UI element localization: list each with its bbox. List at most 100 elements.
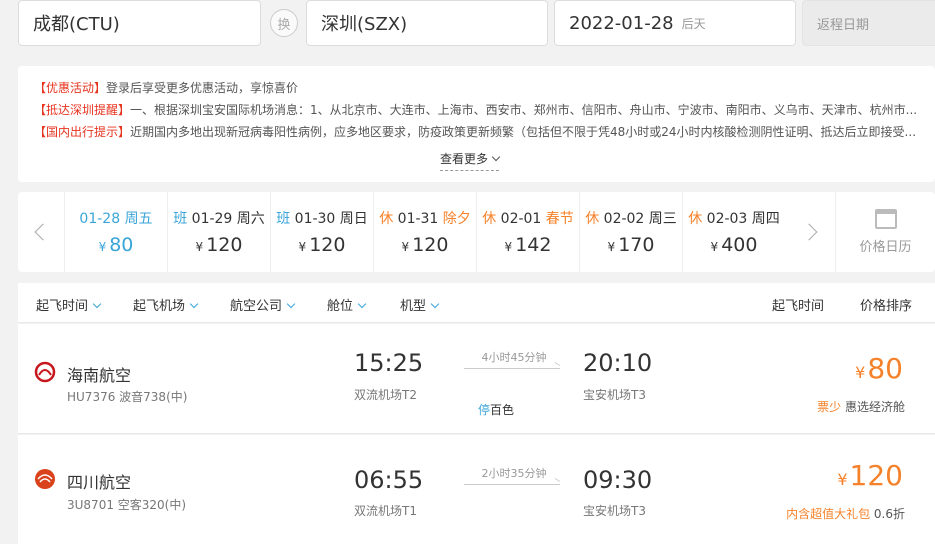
- sort-price[interactable]: 价格排序: [860, 295, 912, 314]
- price-calendar-button[interactable]: 价格日历: [835, 192, 935, 272]
- arrival-time: 20:10: [583, 349, 653, 377]
- weekday-label: 周六: [236, 211, 265, 227]
- notice-text: 一、根据深圳宝安国际机场消息：1、从北京市、大连市、上海市、西安市、郑州市、信阳…: [130, 103, 918, 117]
- holiday-tag: 休: [482, 211, 497, 227]
- currency-symbol: ¥: [837, 470, 848, 489]
- notice-text: 登录后享受更多优惠活动，享惊喜价: [106, 81, 299, 95]
- price-value: 80: [109, 234, 134, 256]
- price-note: 内含超值大礼包 0.6折: [786, 505, 905, 522]
- date-label: 休 02-03 周四: [683, 208, 785, 228]
- flight-price[interactable]: ¥120: [837, 459, 903, 492]
- stopover: 停百色: [478, 401, 514, 418]
- flight-row[interactable]: 四川航空 3U8701 空客320(中) 06:55 双流机场T1 2小时35分…: [18, 435, 935, 544]
- chevron-right-icon: [800, 223, 818, 241]
- price-value: 170: [618, 234, 655, 256]
- price-value: 80: [867, 352, 903, 385]
- date-price: ¥120: [168, 234, 270, 256]
- arrival-city-value: 深圳(SZX): [321, 14, 408, 35]
- arrival-city-input[interactable]: 深圳(SZX): [306, 0, 548, 46]
- date-option-5[interactable]: 休 02-02 周三 ¥170: [579, 192, 682, 272]
- arrival-time: 09:30: [583, 466, 653, 494]
- view-more-link[interactable]: 查看更多: [440, 150, 501, 171]
- flight-duration: 2小时35分钟: [481, 467, 547, 480]
- weekday-label: 周三: [648, 211, 677, 227]
- next-dates-button[interactable]: [788, 192, 834, 272]
- date-label: 班 01-30 周日: [271, 208, 373, 228]
- date-text: 02-03: [706, 211, 748, 227]
- price-value: 142: [515, 234, 552, 256]
- holiday-tag: 班: [173, 211, 188, 227]
- arrival-airport: 宝安机场T3: [583, 504, 646, 518]
- date-label: 休 02-01 春节: [477, 208, 579, 228]
- price-note-highlight: 票少: [817, 400, 842, 414]
- chevron-left-icon: [34, 223, 52, 241]
- filter-label: 起飞机场: [133, 299, 186, 314]
- filter-label: 起飞时间: [36, 299, 89, 314]
- price-calendar-label: 价格日历: [859, 240, 912, 255]
- price-value: 120: [849, 459, 903, 492]
- notice-line: 【国内出行提示】近期国内多地出现新冠病毒阳性病例，应多地区要求，防疫政策更新频繁…: [34, 122, 924, 144]
- chevron-down-icon: [491, 152, 501, 162]
- date-option-3[interactable]: 休 01-31 除夕 ¥120: [373, 192, 476, 272]
- departure-airport: 双流机场T2: [354, 388, 417, 402]
- filter-airline[interactable]: 航空公司: [230, 295, 296, 314]
- holiday-tag: 休: [688, 211, 703, 227]
- arrival-airport: 宝安机场T3: [583, 388, 646, 402]
- sort-departure-time[interactable]: 起飞时间: [772, 295, 824, 314]
- date-text: 01-31: [397, 211, 439, 227]
- price-note: 票少 惠选经济舱: [817, 398, 905, 415]
- prev-dates-button[interactable]: [18, 192, 64, 272]
- date-option-6[interactable]: 休 02-03 周四 ¥400: [682, 192, 785, 272]
- price-value: 400: [721, 234, 758, 256]
- chevron-down-icon: [92, 299, 102, 309]
- route-arrow: [464, 484, 560, 485]
- departure-city-input[interactable]: 成都(CTU): [18, 0, 261, 46]
- currency-symbol: ¥: [504, 240, 513, 254]
- return-date-input[interactable]: 返程日期: [802, 0, 935, 46]
- filter-aircraft[interactable]: 机型: [400, 295, 440, 314]
- stop-city: 百色: [490, 403, 515, 417]
- date-text: 01-28: [79, 211, 121, 227]
- date-price: ¥120: [374, 234, 476, 256]
- date-label: 班 01-29 周六: [168, 208, 270, 228]
- swap-icon: 换: [277, 17, 291, 33]
- date-option-1[interactable]: 班 01-29 周六 ¥120: [167, 192, 270, 272]
- notice-panel: 【优惠活动】登录后享受更多优惠活动，享惊喜价 【抵达深圳提醒】一、根据深圳宝安国…: [18, 66, 935, 182]
- departure-date-input[interactable]: 2022-01-28 后天: [554, 0, 796, 46]
- weekday-label: 周五: [124, 211, 153, 227]
- notice-tag: 【抵达深圳提醒】: [34, 103, 131, 117]
- date-option-0[interactable]: 01-28 周五 ¥80: [64, 192, 167, 272]
- holiday-tag: 休: [379, 211, 394, 227]
- flight-row[interactable]: 海南航空 HU7376 波音738(中) 15:25 双流机场T2 4小时45分…: [18, 324, 935, 434]
- price-value: 120: [412, 234, 449, 256]
- weekday-label: 周四: [751, 211, 780, 227]
- filter-label: 机型: [400, 299, 427, 314]
- holiday-tag: 休: [585, 211, 600, 227]
- calendar-icon: [874, 209, 897, 229]
- filter-cabin[interactable]: 舱位: [327, 295, 367, 314]
- date-price: ¥142: [477, 234, 579, 256]
- chevron-down-icon: [357, 299, 367, 309]
- departure-date-value: 2022-01-28: [569, 12, 674, 34]
- hainan-airlines-logo-icon: [34, 361, 56, 383]
- route-arrow: [464, 368, 560, 369]
- flight-price[interactable]: ¥80: [855, 352, 903, 385]
- notice-line: 【优惠活动】登录后享受更多优惠活动，享惊喜价: [34, 78, 924, 100]
- price-value: 120: [206, 234, 243, 256]
- currency-symbol: ¥: [607, 240, 616, 254]
- date-hint: 后天: [681, 16, 706, 31]
- filter-departure-time[interactable]: 起飞时间: [36, 295, 102, 314]
- date-label: 休 02-02 周三: [580, 208, 682, 228]
- date-option-4[interactable]: 休 02-01 春节 ¥142: [476, 192, 579, 272]
- date-option-2[interactable]: 班 01-30 周日 ¥120: [270, 192, 373, 272]
- currency-symbol: ¥: [98, 240, 107, 254]
- date-text: 02-02: [603, 211, 645, 227]
- swap-cities-button[interactable]: 换: [270, 9, 298, 37]
- filter-departure-airport[interactable]: 起飞机场: [133, 295, 199, 314]
- currency-symbol: ¥: [401, 240, 410, 254]
- departure-airport: 双流机场T1: [354, 504, 417, 518]
- notice-text: 近期国内多地出现新冠病毒阳性病例，应多地区要求，防疫政策更新频繁（包括但不限于凭…: [130, 125, 917, 139]
- date-text: 02-01: [500, 211, 542, 227]
- notice-tag: 【优惠活动】: [34, 81, 107, 95]
- flight-number: 3U8701 空客320(中): [67, 498, 187, 512]
